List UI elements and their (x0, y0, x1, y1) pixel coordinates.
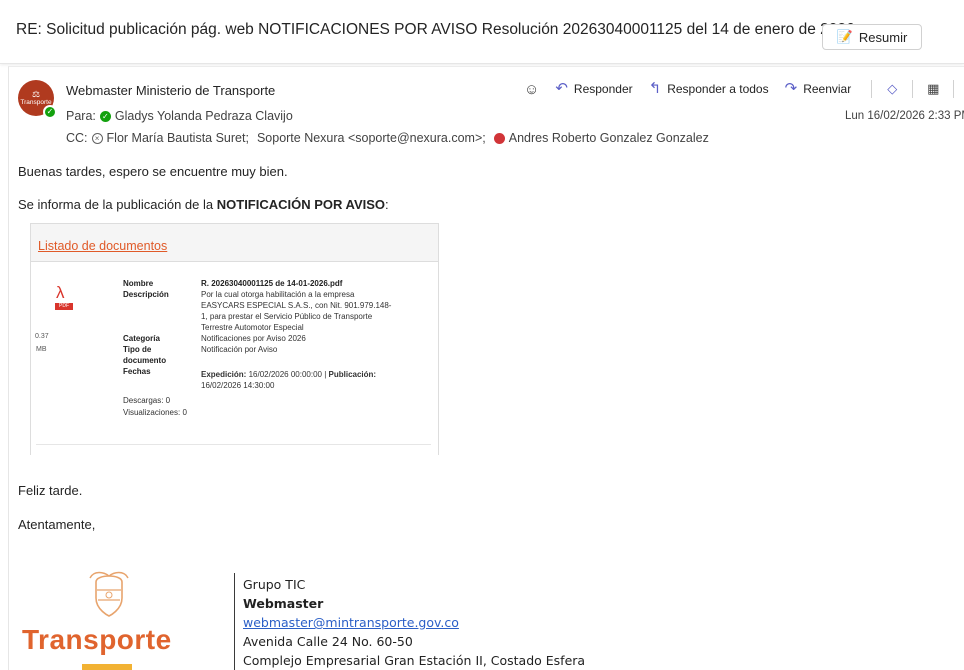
coat-of-arms-icon (89, 571, 129, 617)
available-icon: ✓ (99, 110, 111, 122)
closing-text: Feliz tarde. (18, 483, 83, 498)
intro-text: Se informa de la publicación de la (18, 197, 214, 212)
signoff-text: Atentamente, (18, 517, 96, 532)
description-line: Por la cual otorga habilitación a la emp… (201, 290, 355, 299)
publication-date: 16/02/2026 14:30:00 (201, 381, 275, 390)
toolbar-divider (912, 80, 914, 98)
publication-label: Publicación: (328, 370, 377, 379)
toolbar-divider (871, 80, 873, 98)
category-label: Categoría (123, 334, 160, 343)
presence-available-icon: ✓ (43, 105, 57, 119)
signature-address: Avenida Calle 24 No. 60-50 (243, 634, 413, 649)
intro-paragraph: Se informa de la publicación de la NOTIF… (18, 197, 389, 212)
offline-icon: × (91, 132, 103, 144)
description-line: 1, para prestar el Servicio Público de T… (201, 312, 373, 321)
name-label: Nombre (123, 279, 154, 288)
summarize-label: Resumir (858, 29, 908, 45)
description-label: Descripción (123, 290, 169, 299)
cc-recipient[interactable]: Soporte Nexura <soporte@nexura.com>; (257, 131, 486, 145)
issue-label: Expedición: (201, 370, 247, 379)
recipient-name[interactable]: Gladys Yolanda Pedraza Clavijo (115, 109, 293, 123)
message-actions: ☺ ↶ Responder ↰ Responder a todos ↷ Reen… (524, 79, 964, 99)
seal-icon: ⚖ (31, 89, 41, 99)
email-subject: RE: Solicitud publicación pág. web NOTIF… (16, 21, 855, 38)
pdf-icon[interactable]: λ PDF (54, 284, 74, 310)
loop-icon[interactable]: ◇ (882, 79, 902, 99)
logo-color-bar (82, 664, 132, 670)
signature-address: Complejo Empresarial Gran Estación II, C… (243, 653, 586, 668)
category-value: Notificaciones por Aviso 2026 (201, 334, 306, 343)
reply-icon: ↶ (555, 80, 568, 97)
signature-role: Webmaster (243, 596, 324, 611)
avatar[interactable]: ⚖ Transporte ✓ (18, 80, 57, 119)
to-label: Para: (66, 109, 96, 123)
apps-icon[interactable]: ▦ (923, 79, 943, 99)
intro-suffix: : (385, 197, 389, 212)
signature-block: Grupo TIC Webmaster webmaster@mintranspo… (243, 575, 585, 670)
dates-label: Fechas (123, 367, 151, 376)
summarize-button[interactable]: 📝 Resumir (822, 24, 922, 50)
issue-date: 16/02/2026 00:00:00 (248, 370, 322, 379)
file-size-value: 0.37 (35, 333, 49, 340)
dates-line: Expedición: 16/02/2026 00:00:00 | Public… (201, 370, 377, 379)
file-size-unit: MB (36, 346, 47, 353)
summarize-icon: 📝 (836, 29, 853, 44)
greeting: Buenas tardes, espero se encuentre muy b… (18, 164, 288, 179)
ministry-logo: Transporte (18, 568, 198, 670)
forward-label: Reenviar (803, 82, 852, 96)
logo-wordmark: Transporte (22, 624, 172, 655)
signature-email-link[interactable]: webmaster@mintransporte.gov.co (243, 615, 459, 630)
message-timestamp: Lun 16/02/2026 2:33 PM (845, 110, 964, 122)
cc-line: CC: × Flor María Bautista Suret; Soporte… (66, 131, 709, 145)
downloads-count: Descargas: 0 (123, 396, 171, 405)
pdf-badge: PDF (55, 303, 73, 310)
reaction-icon[interactable]: ☺ (524, 81, 539, 98)
reply-label: Responder (573, 82, 633, 96)
doctype-label: Tipo de (123, 345, 152, 354)
to-line: Para: ✓ Gladys Yolanda Pedraza Clavijo (66, 109, 293, 123)
subject-header: RE: Solicitud publicación pág. web NOTIF… (0, 0, 964, 64)
cc-recipient[interactable]: Flor María Bautista Suret; (107, 131, 249, 145)
reply-all-icon: ↰ (648, 80, 662, 97)
doctype-value: Notificación por Aviso (201, 345, 278, 354)
document-list-link[interactable]: Listado de documentos (38, 239, 167, 253)
signature-divider (234, 573, 235, 670)
toolbar-divider (953, 80, 955, 98)
cc-recipient[interactable]: Andres Roberto Gonzalez Gonzalez (509, 131, 709, 145)
reply-all-button[interactable]: ↰ Responder a todos (648, 80, 769, 97)
reply-button[interactable]: ↶ Responder (555, 80, 633, 97)
document-listing-header: Listado de documentos (31, 224, 438, 262)
file-name[interactable]: R. 20263040001125 de 14-01-2026.pdf (201, 279, 342, 290)
pdf-symbol: λ (56, 283, 65, 302)
doctype-label: documento (123, 356, 167, 365)
cc-label: CC: (66, 131, 88, 145)
signature-group: Grupo TIC (243, 577, 306, 592)
busy-icon (493, 132, 505, 144)
forward-icon: ↷ (784, 80, 798, 97)
reply-all-label: Responder a todos (667, 82, 769, 96)
document-listing: Listado de documentos λ PDF 0.37 MB Nomb… (30, 223, 439, 455)
divider (36, 444, 431, 445)
description-line: Terrestre Automotor Especial (201, 323, 304, 332)
description-line: EASYCARS ESPECIAL S.A.S., con Nit. 901.9… (201, 301, 392, 310)
views-count: Visualizaciones: 0 (123, 408, 187, 417)
sender-name[interactable]: Webmaster Ministerio de Transporte (66, 83, 275, 98)
forward-button[interactable]: ↷ Reenviar (784, 80, 852, 97)
intro-bold: NOTIFICACIÓN POR AVISO (216, 197, 386, 212)
